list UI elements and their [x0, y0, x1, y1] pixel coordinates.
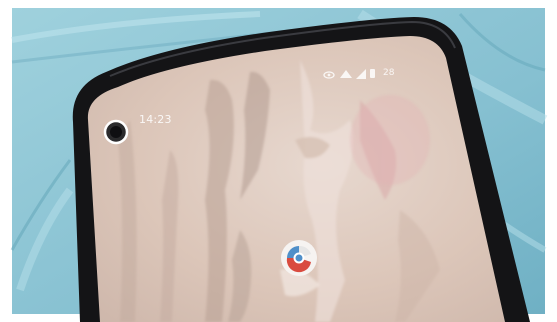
front-camera: [103, 119, 129, 145]
photo-canvas: [0, 0, 557, 322]
eye-icon-pupil: [327, 73, 331, 77]
battery-percentage: 28: [383, 68, 395, 78]
battery-icon: [370, 69, 375, 78]
status-bar-time: 14:23: [139, 113, 172, 126]
app-icon-circle[interactable]: [281, 240, 317, 276]
